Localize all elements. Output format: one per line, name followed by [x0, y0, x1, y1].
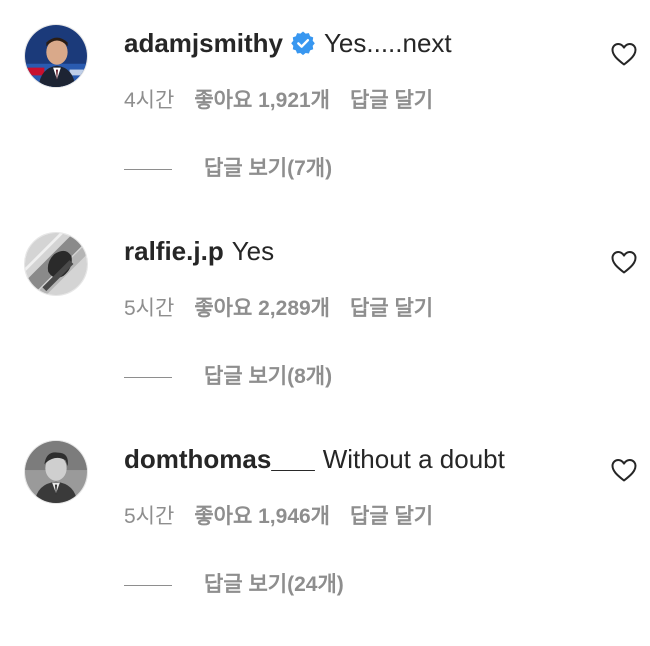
reply-button[interactable]: 답글 달기 — [350, 505, 433, 528]
avatar[interactable] — [24, 232, 88, 296]
comment-line: domthomas___ Without a doubt — [124, 442, 505, 476]
view-replies-label: 답글 보기(8개) — [204, 365, 333, 388]
view-replies-button[interactable]: 답글 보기(8개) — [124, 362, 332, 392]
comment-text: Without a doubt — [322, 444, 505, 474]
comment: adamjsmithy Yes.....next 4시간 좋아요 1,921개 답글… — [0, 0, 650, 200]
view-replies-button[interactable]: 답글 보기(24개) — [124, 570, 344, 600]
heart-outline-icon[interactable] — [609, 455, 639, 485]
avatar[interactable] — [24, 24, 88, 88]
divider-line — [124, 584, 172, 586]
comment-line: ralfie.j.p Yes — [124, 234, 274, 268]
heart-outline-icon[interactable] — [609, 39, 639, 69]
divider-line — [124, 376, 172, 378]
heart-outline-icon[interactable] — [609, 247, 639, 277]
comment: ralfie.j.p Yes 5시간 좋아요 2,289개 답글 달기 답글 보기(… — [0, 208, 650, 408]
likes-count[interactable]: 좋아요 1,921개 — [194, 89, 330, 112]
comment-meta: 5시간 좋아요 1,946개 답글 달기 — [124, 502, 433, 532]
comment-time[interactable]: 5시간 — [124, 505, 174, 528]
comment-text: Yes — [231, 236, 275, 266]
comment: domthomas___ Without a doubt 5시간 좋아요 1,94… — [0, 416, 650, 616]
comment-time[interactable]: 4시간 — [124, 89, 174, 112]
view-replies-button[interactable]: 답글 보기(7개) — [124, 154, 332, 184]
avatar[interactable] — [24, 440, 88, 504]
reply-button[interactable]: 답글 달기 — [350, 89, 433, 112]
verified-badge-icon — [290, 30, 316, 56]
comment-line: adamjsmithy Yes.....next — [124, 26, 452, 60]
likes-count[interactable]: 좋아요 2,289개 — [194, 297, 330, 320]
username[interactable]: adamjsmithy — [124, 26, 283, 60]
comment-meta: 5시간 좋아요 2,289개 답글 달기 — [124, 294, 433, 324]
view-replies-label: 답글 보기(7개) — [204, 157, 333, 180]
username[interactable]: ralfie.j.p — [124, 234, 224, 268]
view-replies-label: 답글 보기(24개) — [204, 573, 344, 596]
likes-count[interactable]: 좋아요 1,946개 — [194, 505, 330, 528]
comment-time[interactable]: 5시간 — [124, 297, 174, 320]
comment-meta: 4시간 좋아요 1,921개 답글 달기 — [124, 86, 433, 116]
divider-line — [124, 168, 172, 170]
username[interactable]: domthomas___ — [124, 442, 315, 476]
reply-button[interactable]: 답글 달기 — [350, 297, 433, 320]
comment-text: Yes.....next — [323, 28, 452, 58]
